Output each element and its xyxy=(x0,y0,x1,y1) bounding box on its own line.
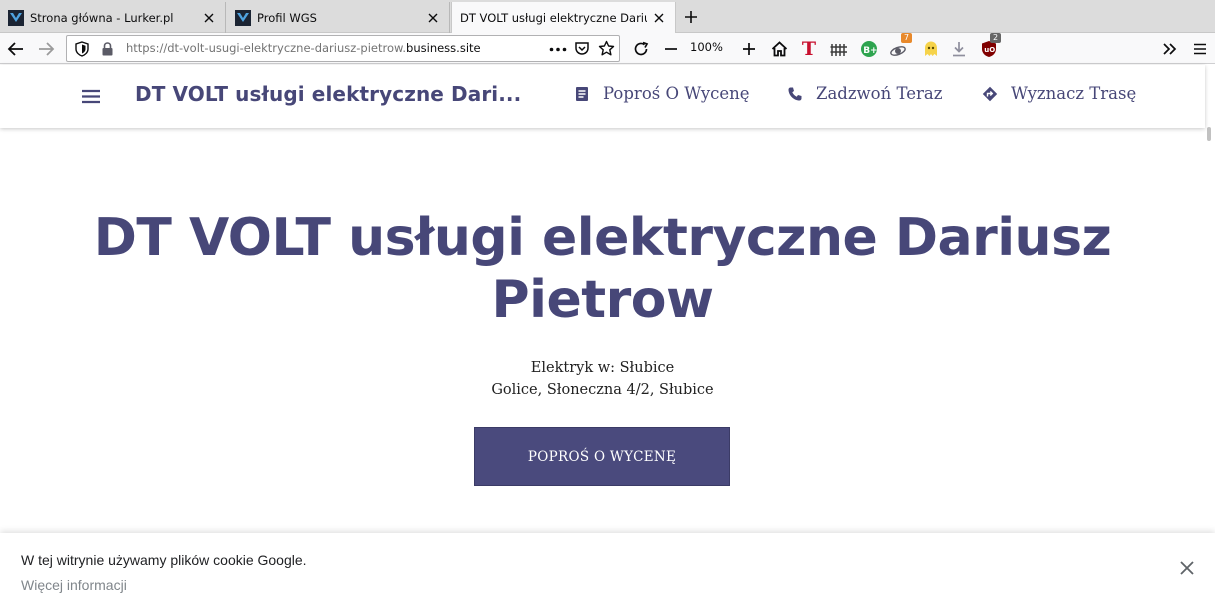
zoom-out-button[interactable] xyxy=(658,36,684,62)
downloads-button[interactable] xyxy=(946,36,972,62)
extension-fence-button[interactable] xyxy=(826,36,852,62)
close-icon[interactable] xyxy=(425,10,441,26)
extension-badge: 7 xyxy=(901,33,913,43)
new-tab-button[interactable] xyxy=(680,6,702,28)
ghost-icon xyxy=(925,41,937,56)
hamburger-menu-icon xyxy=(1194,43,1206,55)
home-icon xyxy=(771,41,787,57)
zoom-in-button[interactable] xyxy=(736,36,762,62)
url-text: https://dt-volt-usugi-elektryczne-darius… xyxy=(126,36,481,61)
b-plus-icon: B+ xyxy=(861,41,878,57)
hero-title-line1: DT VOLT usługi elektryczne Dariusz xyxy=(93,208,1112,268)
nav-quote-label: Poproś O Wycenę xyxy=(603,84,750,103)
close-icon[interactable] xyxy=(651,10,667,26)
fence-icon xyxy=(830,44,847,56)
red-t-icon: T xyxy=(801,38,817,60)
home-button[interactable] xyxy=(766,36,792,62)
ublock-badge: 2 xyxy=(990,33,1002,43)
extension-t-button[interactable]: T xyxy=(796,36,822,62)
site-menu-button[interactable] xyxy=(80,85,102,107)
tab-lurker-home[interactable]: Strona główna - Lurker.pl xyxy=(0,2,226,33)
scrollbar-thumb[interactable] xyxy=(1207,127,1211,141)
overflow-menu-button[interactable] xyxy=(1157,36,1183,62)
request-quote-button[interactable]: POPROŚ O WYCENĘ xyxy=(474,427,730,486)
lurker-favicon-icon xyxy=(8,9,24,26)
directions-icon xyxy=(981,85,999,103)
nav-route-label: Wyznacz Trasę xyxy=(1011,84,1137,103)
svg-text:uO: uO xyxy=(984,46,995,54)
extension-ghost-button[interactable] xyxy=(918,36,944,62)
app-menu-button[interactable] xyxy=(1187,36,1213,62)
close-icon xyxy=(1180,561,1194,575)
reload-icon xyxy=(634,41,649,56)
site-header: DT VOLT usługi elektryczne Dari... Popro… xyxy=(0,65,1205,128)
business-category: Elektryk w: Słubice xyxy=(530,360,675,376)
url-bar[interactable]: https://dt-volt-usugi-elektryczne-darius… xyxy=(66,35,620,62)
plus-icon xyxy=(685,11,697,23)
site-title[interactable]: DT VOLT usługi elektryczne Dari... xyxy=(135,82,521,106)
bookmark-star-icon[interactable] xyxy=(598,40,615,57)
double-chevron-right-icon xyxy=(1163,43,1177,55)
url-domain: business.site xyxy=(406,41,481,55)
back-button[interactable] xyxy=(3,36,29,62)
pocket-icon[interactable] xyxy=(574,41,590,56)
tab-dt-volt[interactable]: DT VOLT usługi elektryczne Dariusz P xyxy=(451,2,676,34)
back-arrow-icon xyxy=(7,42,23,56)
hero-title-line2: Pietrow xyxy=(491,270,714,330)
tab-title: Profil WGS xyxy=(257,10,317,25)
nav-route-link[interactable]: Wyznacz Trasę xyxy=(981,84,1136,103)
lurker-favicon-icon xyxy=(235,9,251,26)
extension-b-plus-button[interactable]: B+ xyxy=(856,36,882,62)
nav-toolbar: https://dt-volt-usugi-elektryczne-darius… xyxy=(0,33,1215,64)
hero-title: DT VOLT usługi elektryczne Dariusz Pietr… xyxy=(0,207,1205,331)
tab-title: Strona główna - Lurker.pl xyxy=(30,10,174,25)
tracking-shield-icon[interactable] xyxy=(75,41,89,57)
cookie-message: W tej witrynie używamy plików cookie Goo… xyxy=(21,552,307,568)
close-icon[interactable] xyxy=(201,10,217,26)
nav-call-link[interactable]: Zadzwoń Teraz xyxy=(786,84,942,103)
minus-icon xyxy=(665,48,677,50)
download-icon xyxy=(953,42,965,57)
reload-button[interactable] xyxy=(628,36,654,62)
nav-call-label: Zadzwoń Teraz xyxy=(816,84,943,103)
more-actions-icon[interactable] xyxy=(549,47,567,52)
document-icon xyxy=(573,85,591,103)
zoom-level[interactable]: 100% xyxy=(690,40,723,54)
nav-quote-link[interactable]: Poproś O Wycenę xyxy=(573,84,750,103)
business-address: Golice, Słoneczna 4/2, Słubice xyxy=(491,382,714,398)
plus-icon xyxy=(743,43,755,55)
url-prefix: https://dt-volt-usugi-elektryczne-darius… xyxy=(126,41,407,55)
cookie-banner: W tej witrynie używamy plików cookie Goo… xyxy=(0,533,1215,606)
tab-title: DT VOLT usługi elektryczne Dariusz P xyxy=(460,11,647,25)
web-page: DT VOLT usługi elektryczne Dari... Popro… xyxy=(0,65,1215,606)
page-scrollbar[interactable] xyxy=(1205,65,1215,606)
forward-button[interactable] xyxy=(33,36,59,62)
tab-profil-wgs[interactable]: Profil WGS xyxy=(227,2,450,33)
phone-icon xyxy=(786,85,804,103)
forward-arrow-icon xyxy=(39,42,55,56)
cookie-close-button[interactable] xyxy=(1176,557,1198,579)
menu-icon xyxy=(82,89,100,103)
cookie-more-info-link[interactable]: Więcej informacji xyxy=(21,577,127,593)
lock-icon[interactable] xyxy=(101,42,114,56)
tab-strip: Strona główna - Lurker.pl Profil WGS DT … xyxy=(0,0,1215,34)
svg-text:B+: B+ xyxy=(863,46,877,56)
